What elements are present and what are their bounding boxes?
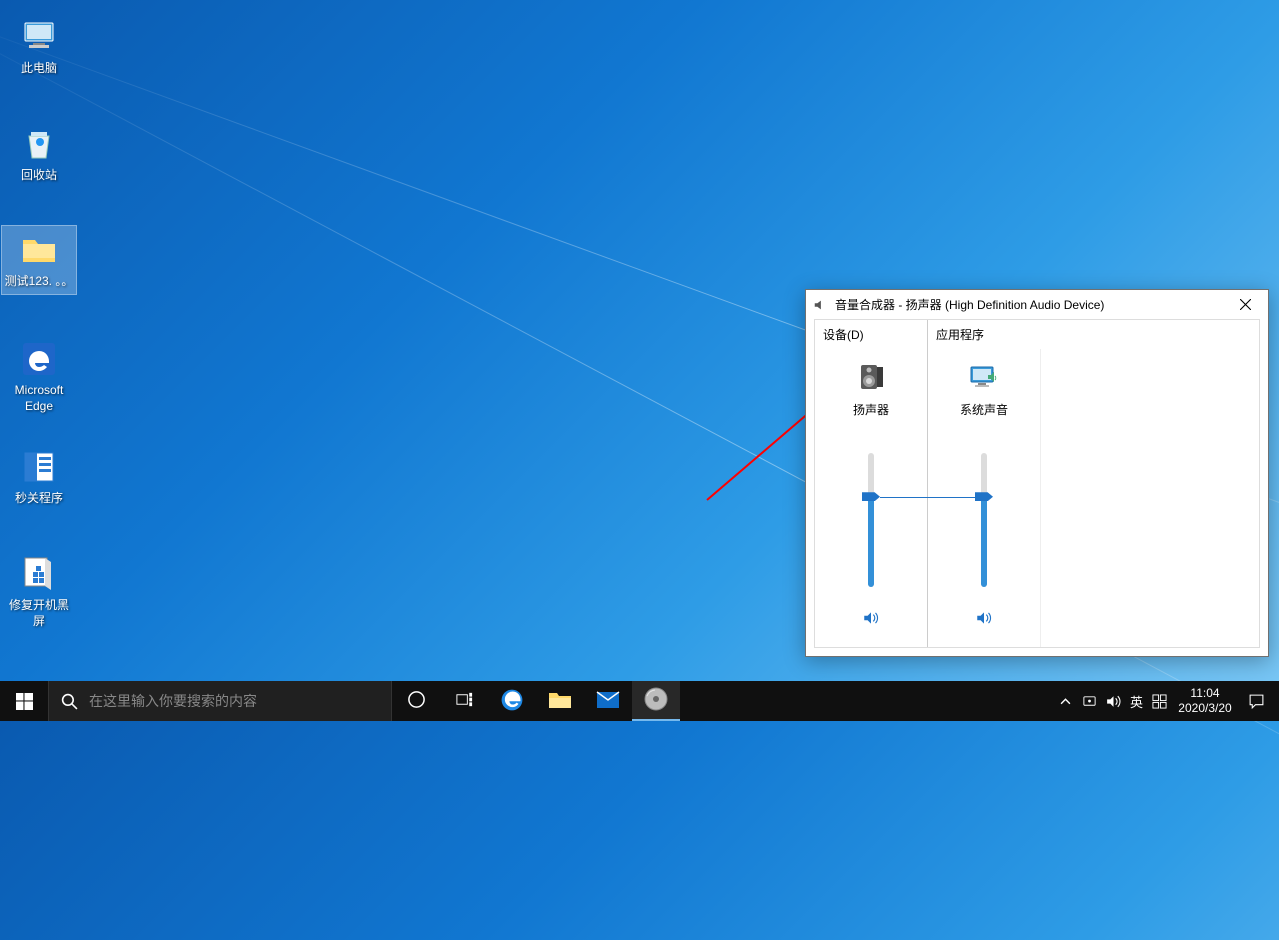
- start-button[interactable]: [0, 681, 48, 721]
- desktop-icon-label: 修复开机黑屏: [4, 598, 74, 629]
- pc-icon: [19, 17, 59, 57]
- system-tray: 英 11:04 2020/3/20: [1054, 681, 1279, 721]
- folder-icon: [547, 687, 573, 716]
- mixer-channel: 扬声器: [815, 349, 927, 647]
- volume-slider[interactable]: [868, 453, 874, 587]
- taskbar-app-taskview[interactable]: [440, 681, 488, 721]
- desktop-icon-label: 此电脑: [21, 61, 57, 77]
- mixer-channel-name: 扬声器: [853, 401, 889, 421]
- desktop-icon-label: 回收站: [21, 168, 57, 184]
- desktop-icon-label: 测试123. 。。: [5, 274, 74, 290]
- recycle-icon: [19, 124, 59, 164]
- ime-mode-icon[interactable]: [1147, 681, 1171, 721]
- mixer-body: 设备(D) 扬声器 应用程序 系统声音: [814, 319, 1260, 648]
- ime-language[interactable]: 英: [1126, 692, 1147, 711]
- action-center-icon[interactable]: [1239, 681, 1273, 721]
- taskbar-app-edge[interactable]: [488, 681, 536, 721]
- taskbar-app-cortana[interactable]: [392, 681, 440, 721]
- mixer-channel-name: 系统声音: [960, 401, 1008, 421]
- clock[interactable]: 11:04 2020/3/20: [1171, 686, 1239, 716]
- mail-icon: [595, 687, 621, 716]
- speaker-icon: [813, 297, 829, 313]
- slider-thumb[interactable]: [975, 492, 993, 501]
- slider-link-line: [880, 497, 975, 498]
- mixer-channel: 系统声音: [928, 349, 1041, 647]
- section-device-label: 设备(D): [815, 320, 927, 349]
- search-icon: [49, 693, 89, 710]
- edge-icon: [19, 339, 59, 379]
- clock-date: 2020/3/20: [1178, 701, 1231, 716]
- search-box[interactable]: 在这里输入你要搜索的内容: [48, 681, 392, 721]
- volume-mixer-window: 音量合成器 - 扬声器 (High Definition Audio Devic…: [805, 289, 1269, 657]
- close-button[interactable]: [1223, 290, 1268, 319]
- disc-icon: [643, 686, 669, 715]
- taskview-icon: [455, 690, 474, 712]
- mute-button[interactable]: [973, 607, 995, 629]
- mixer-empty-slot: [1041, 349, 1154, 647]
- taskbar-app-mail[interactable]: [584, 681, 632, 721]
- folder-icon: [19, 230, 59, 270]
- taskbar-app-mixer[interactable]: [632, 681, 680, 721]
- section-apps-label: 应用程序: [928, 320, 1259, 349]
- cube-icon: [19, 554, 59, 594]
- desktop-icon-folder-test[interactable]: 测试123. 。。: [2, 226, 76, 294]
- window-titlebar[interactable]: 音量合成器 - 扬声器 (High Definition Audio Devic…: [806, 290, 1268, 319]
- edge-icon: [499, 687, 525, 716]
- desktop-icon-fixboot[interactable]: 修复开机黑屏: [2, 550, 76, 633]
- slider-thumb[interactable]: [862, 492, 880, 501]
- desktop-icon-label: 秒关程序: [15, 491, 63, 507]
- circle-icon: [407, 690, 426, 712]
- taskbar-app-explorer[interactable]: [536, 681, 584, 721]
- mute-button[interactable]: [860, 607, 882, 629]
- search-placeholder: 在这里输入你要搜索的内容: [89, 691, 257, 711]
- location-icon[interactable]: [1078, 681, 1102, 721]
- tray-overflow-chevron[interactable]: [1054, 681, 1078, 721]
- window-title-text: 音量合成器 - 扬声器 (High Definition Audio Devic…: [835, 296, 1104, 313]
- taskman-icon: [19, 447, 59, 487]
- desktop-icon-edge[interactable]: Microsoft Edge: [2, 335, 76, 418]
- volume-icon[interactable]: [1102, 681, 1126, 721]
- desktop-icon-label: Microsoft Edge: [4, 383, 74, 414]
- volume-slider[interactable]: [981, 453, 987, 587]
- sys-sounds-icon[interactable]: [968, 361, 1000, 393]
- speaker-hw-icon[interactable]: [855, 361, 887, 393]
- desktop-icon-this-pc[interactable]: 此电脑: [2, 13, 76, 81]
- clock-time: 11:04: [1190, 686, 1219, 701]
- desktop-icon-recycle-bin[interactable]: 回收站: [2, 120, 76, 188]
- desktop-icon-seckill[interactable]: 秒关程序: [2, 443, 76, 511]
- taskbar: 在这里输入你要搜索的内容 英 11:04 2020/3/20: [0, 681, 1279, 721]
